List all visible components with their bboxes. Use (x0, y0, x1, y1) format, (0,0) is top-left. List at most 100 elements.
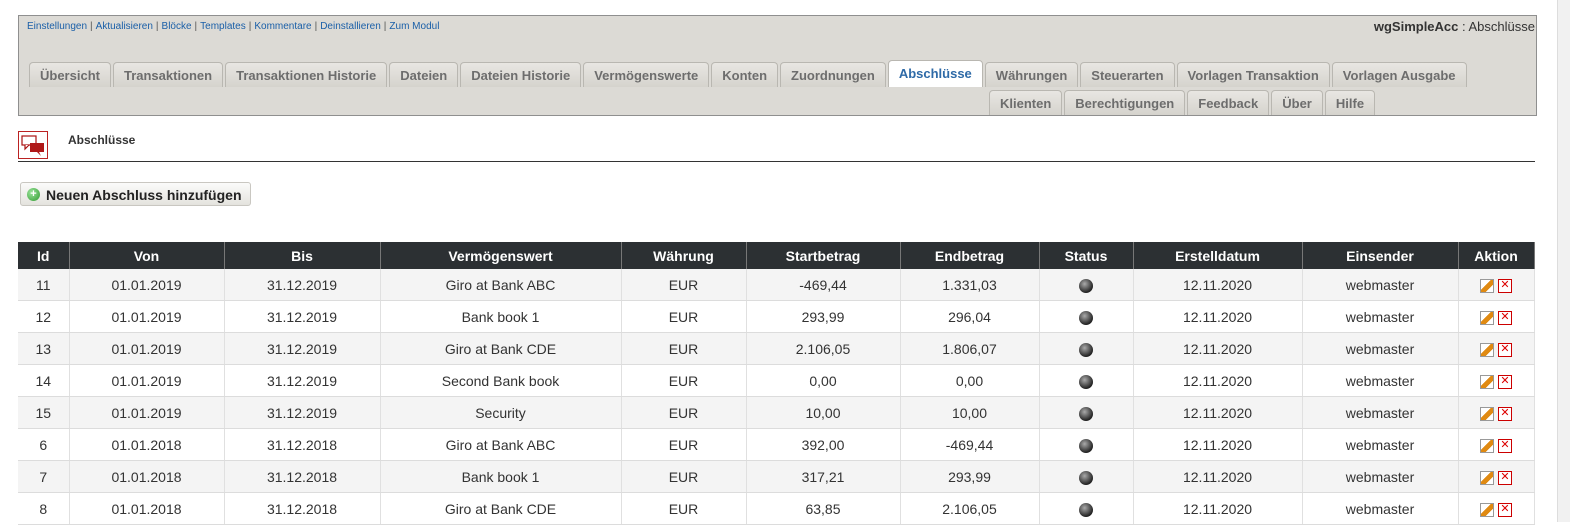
globe-icon[interactable] (1079, 438, 1093, 453)
tab-steuerarten[interactable]: Steuerarten (1080, 62, 1175, 87)
cell-id: 6 (18, 428, 70, 461)
cell-start-amount: 63,85 (746, 492, 901, 525)
cell-end-amount: 1.806,07 (900, 332, 1040, 365)
edit-icon[interactable] (1480, 342, 1494, 357)
cell-von: 01.01.2019 (69, 396, 225, 429)
cell-end-amount: 10,00 (900, 396, 1040, 429)
cell-created-date: 12.11.2020 (1133, 396, 1303, 429)
add-closing-button[interactable]: + Neuen Abschluss hinzufügen (20, 182, 251, 206)
tab-vorlagen-transaktion[interactable]: Vorlagen Transaktion (1176, 62, 1330, 87)
table-row: 6 01.01.2018 31.12.2018 Giro at Bank ABC EUR… (18, 428, 1535, 461)
tab-konten[interactable]: Konten (711, 62, 779, 87)
cell-bis: 31.12.2019 (224, 396, 381, 429)
edit-icon[interactable] (1480, 470, 1494, 485)
link-separator: | (155, 21, 159, 32)
cell-created-date: 12.11.2020 (1133, 492, 1303, 525)
cell-actions: ✕ (1458, 332, 1535, 365)
cell-von: 01.01.2018 (69, 428, 225, 461)
admin-link-zum-modul[interactable]: Zum Modul (389, 21, 439, 32)
tab-abschluesse[interactable]: Abschlüsse (887, 60, 983, 87)
tab-dateien-historie[interactable]: Dateien Historie (460, 62, 582, 87)
cell-created-date: 12.11.2020 (1133, 460, 1303, 493)
tab-hilfe[interactable]: Hilfe (1324, 90, 1376, 115)
column-header-id[interactable]: Id (18, 242, 70, 269)
globe-icon[interactable] (1079, 310, 1093, 325)
delete-icon[interactable]: ✕ (1498, 374, 1512, 389)
cell-actions: ✕ (1458, 492, 1535, 525)
delete-icon[interactable]: ✕ (1498, 470, 1512, 485)
tab-ueber[interactable]: Über (1271, 90, 1323, 115)
tab-feedback[interactable]: Feedback (1187, 90, 1270, 115)
globe-icon[interactable] (1079, 374, 1093, 389)
cell-status (1039, 460, 1134, 493)
delete-icon[interactable]: ✕ (1498, 438, 1512, 453)
tab-transaktionen[interactable]: Transaktionen (112, 62, 224, 87)
cell-von: 01.01.2019 (69, 364, 225, 397)
globe-icon[interactable] (1079, 406, 1093, 421)
delete-icon[interactable]: ✕ (1498, 278, 1512, 293)
delete-icon[interactable]: ✕ (1498, 502, 1512, 517)
admin-link-kommentare[interactable]: Kommentare (254, 21, 311, 32)
link-separator: | (248, 21, 252, 32)
tab-klienten[interactable]: Klienten (989, 90, 1063, 115)
admin-link-aktualisieren[interactable]: Aktualisieren (96, 21, 153, 32)
globe-icon[interactable] (1079, 278, 1093, 293)
table-row: 11 01.01.2019 31.12.2019 Giro at Bank ABC EU… (18, 269, 1535, 301)
tab-vorlagen-ausgabe[interactable]: Vorlagen Ausgabe (1331, 62, 1467, 87)
cell-currency: EUR (621, 460, 747, 493)
cell-id: 14 (18, 364, 70, 397)
cell-end-amount: 1.331,03 (900, 269, 1040, 301)
edit-icon[interactable] (1480, 374, 1494, 389)
delete-icon[interactable]: ✕ (1498, 310, 1512, 325)
column-header-endbetrag[interactable]: Endbetrag (900, 242, 1040, 269)
cell-end-amount: 296,04 (900, 300, 1040, 333)
section-divider (18, 161, 1535, 162)
column-header-vermoegenswert[interactable]: Vermögenswert (380, 242, 622, 269)
tab-berechtigungen[interactable]: Berechtigungen (1064, 90, 1186, 115)
delete-icon[interactable]: ✕ (1498, 342, 1512, 357)
admin-link-einstellungen[interactable]: Einstellungen (27, 21, 87, 32)
cell-bis: 31.12.2018 (224, 428, 381, 461)
column-header-einsender[interactable]: Einsender (1302, 242, 1459, 269)
tab-zuordnungen[interactable]: Zuordnungen (780, 62, 886, 87)
edit-icon[interactable] (1480, 438, 1494, 453)
edit-icon[interactable] (1480, 278, 1494, 293)
cell-asset: Security (380, 396, 622, 429)
tab-transaktionen-historie[interactable]: Transaktionen Historie (225, 62, 388, 87)
cell-asset: Giro at Bank CDE (380, 332, 622, 365)
admin-link-deinstallieren[interactable]: Deinstallieren (320, 21, 381, 32)
edit-icon[interactable] (1480, 406, 1494, 421)
cell-currency: EUR (621, 332, 747, 365)
globe-icon[interactable] (1079, 470, 1093, 485)
column-header-von[interactable]: Von (69, 242, 225, 269)
cell-created-date: 12.11.2020 (1133, 269, 1303, 301)
admin-link-bloecke[interactable]: Blöcke (162, 21, 192, 32)
admin-link-templates[interactable]: Templates (200, 21, 246, 32)
link-separator: | (383, 21, 387, 32)
cell-bis: 31.12.2018 (224, 492, 381, 525)
column-header-waehrung[interactable]: Währung (621, 242, 747, 269)
cell-status (1039, 300, 1134, 333)
cell-von: 01.01.2019 (69, 269, 225, 301)
delete-icon[interactable]: ✕ (1498, 406, 1512, 421)
tab-dateien[interactable]: Dateien (389, 62, 459, 87)
cell-id: 11 (18, 269, 70, 301)
edit-icon[interactable] (1480, 310, 1494, 325)
cell-status (1039, 332, 1134, 365)
table-row: 15 01.01.2019 31.12.2019 Security EUR 10,00 10… (18, 396, 1535, 429)
column-header-status[interactable]: Status (1039, 242, 1134, 269)
column-header-aktion[interactable]: Aktion (1458, 242, 1535, 269)
column-header-startbetrag[interactable]: Startbetrag (746, 242, 901, 269)
tab-vermoegenswerte[interactable]: Vermögenswerte (583, 62, 710, 87)
page-scrollbar[interactable] (1557, 0, 1570, 522)
edit-icon[interactable] (1480, 502, 1494, 517)
globe-icon[interactable] (1079, 342, 1093, 357)
globe-icon[interactable] (1079, 502, 1093, 517)
cell-bis: 31.12.2018 (224, 460, 381, 493)
table-row: 12 01.01.2019 31.12.2019 Bank book 1 EUR 293,… (18, 300, 1535, 333)
column-header-erstelldatum[interactable]: Erstelldatum (1133, 242, 1303, 269)
tab-waehrungen[interactable]: Währungen (984, 62, 1079, 87)
tab-uebersicht[interactable]: Übersicht (29, 62, 111, 87)
cell-currency: EUR (621, 396, 747, 429)
column-header-bis[interactable]: Bis (224, 242, 381, 269)
